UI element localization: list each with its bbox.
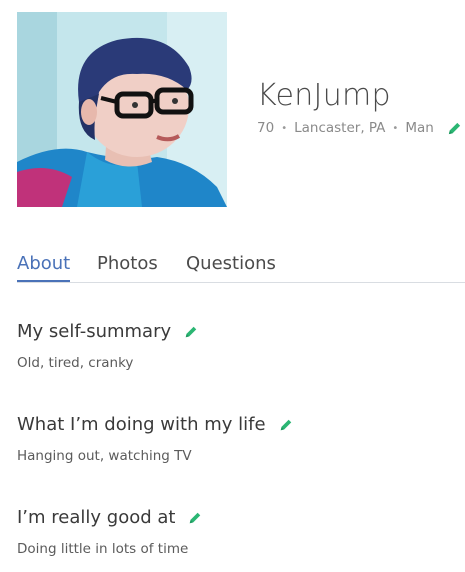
pencil-icon[interactable]: [447, 121, 462, 136]
age: 70: [257, 120, 275, 136]
section-body: Doing little in lots of time: [17, 541, 189, 557]
section-title: I’m really good at: [17, 507, 202, 528]
pencil-icon[interactable]: [279, 418, 293, 432]
section-title-text: I’m really good at: [17, 507, 176, 528]
separator-dot: •: [281, 122, 288, 134]
section-really-good-at: I’m really good at Doing little in lots …: [17, 507, 202, 557]
username: KenJump: [257, 78, 391, 113]
section-doing-with-life: What I’m doing with my life Hanging out,…: [17, 414, 293, 464]
tab-questions[interactable]: Questions: [186, 253, 276, 282]
section-title: What I’m doing with my life: [17, 414, 293, 435]
pencil-icon[interactable]: [188, 511, 202, 525]
separator-dot: •: [392, 122, 399, 134]
section-body: Hanging out, watching TV: [17, 448, 192, 464]
tab-photos[interactable]: Photos: [97, 253, 158, 282]
pencil-icon[interactable]: [184, 325, 198, 339]
profile-tabs: About Photos Questions: [17, 253, 465, 283]
tab-about[interactable]: About: [17, 253, 71, 282]
profile-meta: 70 • Lancaster, PA • Man: [257, 120, 462, 136]
gender: Man: [405, 120, 434, 136]
section-title-text: What I’m doing with my life: [17, 414, 266, 435]
profile-photo[interactable]: [17, 12, 227, 207]
section-title: My self-summary: [17, 321, 198, 342]
section-self-summary: My self-summary Old, tired, cranky: [17, 321, 198, 371]
section-body: Old, tired, cranky: [17, 355, 134, 371]
location: Lancaster, PA: [294, 120, 386, 136]
section-title-text: My self-summary: [17, 321, 172, 342]
